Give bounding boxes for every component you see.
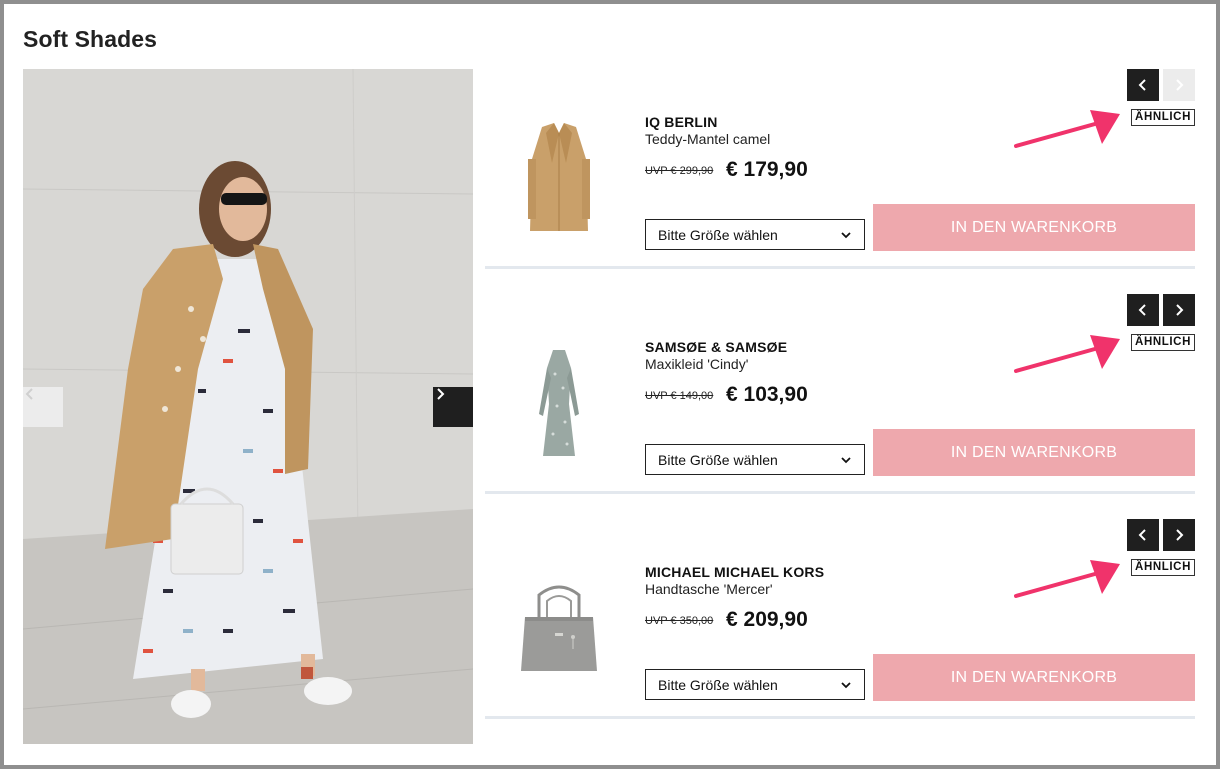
size-select-label: Bitte Größe wählen: [658, 451, 778, 468]
product-card: SAMSØE & SAMSØE Maxikleid 'Cindy' UVP € …: [485, 294, 1195, 494]
product-prev-button[interactable]: [1127, 519, 1159, 551]
chevron-right-icon: [437, 388, 445, 400]
chevron-right-icon: [1176, 529, 1184, 541]
chevron-right-icon: [1176, 304, 1184, 316]
product-next-button[interactable]: [1163, 294, 1195, 326]
add-to-cart-button[interactable]: IN DEN WARENKORB: [873, 204, 1195, 251]
page-title: Soft Shades: [23, 26, 158, 52]
product-brand[interactable]: IQ BERLIN: [645, 114, 718, 130]
product-name[interactable]: Handtasche 'Mercer': [645, 581, 773, 597]
hero-image: [23, 69, 473, 744]
product-prev-button[interactable]: [1127, 294, 1159, 326]
product-prev-button[interactable]: [1127, 69, 1159, 101]
product-nav: [1127, 69, 1195, 101]
product-nav: [1127, 294, 1195, 326]
product-price: € 103,90: [726, 383, 808, 406]
handbag-image: [521, 585, 597, 671]
size-select-label: Bitte Größe wählen: [658, 676, 778, 693]
product-next-button[interactable]: [1163, 519, 1195, 551]
size-select-label: Bitte Größe wählen: [658, 226, 778, 243]
product-brand[interactable]: MICHAEL MICHAEL KORS: [645, 564, 824, 580]
annotation-arrow-icon: [1014, 110, 1120, 148]
chevron-down-icon: [841, 457, 851, 464]
product-image-handbag[interactable]: [507, 559, 611, 699]
hero-prev-button[interactable]: [23, 387, 63, 427]
dress-image: [539, 350, 579, 456]
hero-next-button[interactable]: [433, 387, 473, 427]
similar-button[interactable]: ÄHNLICH: [1131, 109, 1195, 126]
chevron-down-icon: [841, 682, 851, 689]
product-image-dress[interactable]: [507, 334, 611, 474]
size-select[interactable]: Bitte Größe wählen: [645, 444, 865, 475]
product-next-button[interactable]: [1163, 69, 1195, 101]
product-uvp-price: UVP € 149,00: [645, 390, 714, 402]
product-uvp-price: UVP € 299,90: [645, 165, 714, 177]
chevron-left-icon: [1138, 304, 1146, 316]
product-name[interactable]: Teddy-Mantel camel: [645, 131, 770, 147]
add-to-cart-button[interactable]: IN DEN WARENKORB: [873, 429, 1195, 476]
product-image-coat[interactable]: [507, 109, 611, 249]
chevron-left-icon: [1138, 79, 1146, 91]
hero-photo: [23, 69, 473, 744]
product-card: IQ BERLIN Teddy-Mantel camel UVP € 299,9…: [485, 69, 1195, 269]
annotation-arrow-icon: [1014, 335, 1120, 373]
add-to-cart-button[interactable]: IN DEN WARENKORB: [873, 654, 1195, 701]
similar-button[interactable]: ÄHNLICH: [1131, 334, 1195, 351]
product-card: MICHAEL MICHAEL KORS Handtasche 'Mercer'…: [485, 519, 1195, 719]
product-uvp-price: UVP € 350,00: [645, 615, 714, 627]
chevron-right-icon: [1176, 79, 1184, 91]
product-name[interactable]: Maxikleid 'Cindy': [645, 356, 748, 372]
annotation-arrow-icon: [1014, 560, 1120, 598]
product-price: € 209,90: [726, 608, 808, 631]
chevron-down-icon: [841, 232, 851, 239]
product-brand[interactable]: SAMSØE & SAMSØE: [645, 339, 787, 355]
coat-image: [528, 123, 590, 231]
similar-button[interactable]: ÄHNLICH: [1131, 559, 1195, 576]
chevron-left-icon: [25, 388, 33, 400]
size-select[interactable]: Bitte Größe wählen: [645, 669, 865, 700]
size-select[interactable]: Bitte Größe wählen: [645, 219, 865, 250]
chevron-left-icon: [1138, 529, 1146, 541]
product-price: € 179,90: [726, 158, 808, 181]
product-nav: [1127, 519, 1195, 551]
